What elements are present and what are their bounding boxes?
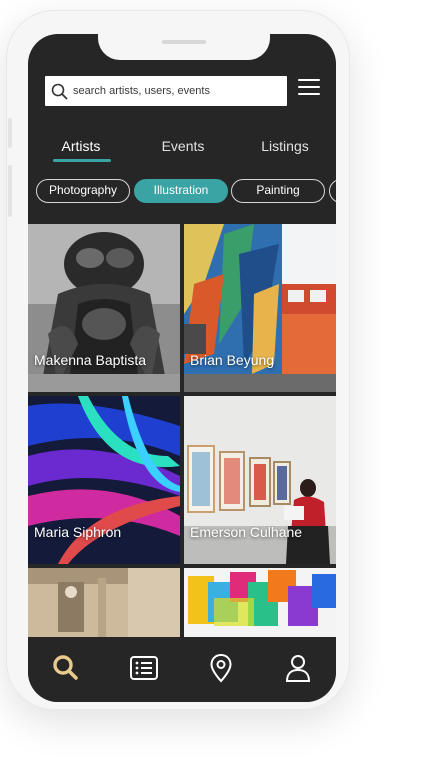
search-bar[interactable] <box>45 76 287 106</box>
phone-side-button <box>8 118 12 148</box>
artist-name: Emerson Culhane <box>190 524 303 540</box>
category-chips: Photography Illustration Painting <box>28 179 336 207</box>
artist-card[interactable]: Maria Siphron <box>28 396 180 564</box>
tab-bar: Artists Events Listings <box>28 138 336 168</box>
artist-card[interactable] <box>184 568 336 637</box>
artist-name: Brian Beyung <box>190 352 275 368</box>
search-icon <box>51 83 68 99</box>
profile-icon <box>285 655 311 682</box>
chip-photography[interactable]: Photography <box>36 179 130 203</box>
artist-card[interactable]: Brian Beyung <box>184 224 336 392</box>
chip-painting[interactable]: Painting <box>231 179 325 203</box>
artist-card[interactable]: Makenna Baptista <box>28 224 180 392</box>
tab-listings[interactable]: Listings <box>254 138 316 154</box>
artist-name: Maria Siphron <box>34 524 122 540</box>
chip-more[interactable] <box>329 179 336 203</box>
artist-photo <box>184 568 336 637</box>
tab-active-indicator <box>53 159 111 162</box>
chip-illustration[interactable]: Illustration <box>134 179 228 203</box>
nav-map[interactable] <box>204 651 238 685</box>
bottom-navigation <box>28 637 336 702</box>
hamburger-menu-icon[interactable] <box>298 79 320 97</box>
artist-grid: Makenna Baptista Brian Beyung Maria Siph… <box>28 224 336 637</box>
nav-list[interactable] <box>127 651 161 685</box>
artist-photo <box>28 568 180 637</box>
list-icon <box>130 656 158 680</box>
tab-artists[interactable]: Artists <box>50 138 112 154</box>
speaker <box>162 40 206 44</box>
tab-events[interactable]: Events <box>152 138 214 154</box>
artist-name: Makenna Baptista <box>34 352 147 368</box>
phone-screen: Artists Events Listings Photography Illu… <box>28 34 336 702</box>
phone-frame: Artists Events Listings Photography Illu… <box>6 10 350 710</box>
map-pin-icon <box>210 653 232 683</box>
phone-side-button <box>8 165 12 217</box>
search-input[interactable] <box>68 85 273 97</box>
phone-notch <box>98 34 270 60</box>
artist-card[interactable]: Emerson Culhane <box>184 396 336 564</box>
nav-profile[interactable] <box>281 651 315 685</box>
nav-search[interactable] <box>49 651 83 685</box>
search-icon <box>53 655 78 680</box>
artist-card[interactable] <box>28 568 180 637</box>
